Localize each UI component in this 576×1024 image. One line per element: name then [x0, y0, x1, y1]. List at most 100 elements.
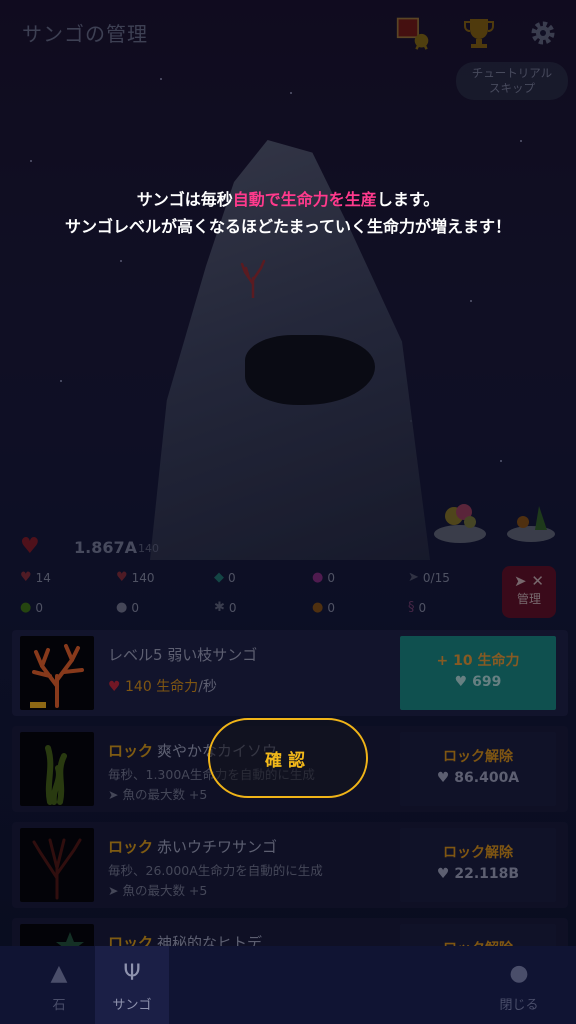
unlock-label: ロック解除 [443, 749, 513, 765]
stat-auto-heart: ♥ 140 [116, 570, 155, 585]
life-rate: 140 [138, 542, 159, 555]
gear-icon[interactable] [526, 16, 560, 50]
stat-value: 0 [35, 600, 43, 615]
coral-fish-bonus: ➤ 魚の最大数 +5 [108, 784, 207, 803]
coral-production: ♥ 140 生命力/秒 [108, 676, 217, 696]
coral-name: 神秘的なヒトデ [157, 934, 263, 946]
lock-label: ロック [108, 742, 154, 760]
confirm-button[interactable]: 確認 [208, 718, 368, 798]
tutorial-text: サンゴは毎秒 [136, 190, 233, 209]
stat-crab: ● 0 [312, 600, 335, 615]
lock-label: ロック [108, 934, 154, 946]
tutorial-skip-button[interactable]: チュートリアル スキップ [456, 62, 568, 100]
anemone-icon: ✱ [214, 600, 225, 615]
shell-icon: ● [116, 600, 128, 615]
level-bar [30, 702, 46, 708]
stat-seahorse: § 0 [408, 600, 426, 615]
stats-panel: ♥ 1.867A 140 [0, 528, 576, 628]
unlock-cost: ♥ 86.400A [400, 770, 556, 786]
nav-rock[interactable]: ▲ 石 [22, 946, 96, 1024]
tutorial-skip-label-2: スキップ [489, 81, 535, 95]
stat-value: 0 [228, 570, 236, 585]
coral-icon: Ψ [123, 961, 141, 986]
stat-shell: ● 0 [116, 600, 139, 615]
tutorial-text: します。 [376, 190, 440, 209]
coral-desc: 毎秒、26.000A生命力を自動的に生成 [108, 863, 323, 878]
branch-coral-thumb [20, 636, 94, 710]
seaweed-icon: ● [20, 600, 32, 615]
fish-count-icon: ➤ [408, 570, 419, 585]
unlock-button[interactable]: ロック解除 [400, 924, 556, 946]
tutorial-line-1: サンゴは毎秒自動で生命力を生産します。 [0, 186, 576, 213]
unlock-button[interactable]: ロック解除 ♥ 86.400A [400, 732, 556, 806]
stat-seaweed: ● 0 [20, 600, 43, 615]
manage-label: 管理 [516, 592, 541, 606]
stat-value: 0 [327, 570, 335, 585]
stat-anemone: ✱ 0 [214, 600, 237, 615]
stat-fish-count: ➤ 0/15 [408, 570, 450, 585]
tap-heart-icon: ♥ [20, 570, 32, 585]
trophy-icon[interactable] [462, 16, 496, 50]
unlock-button[interactable]: ロック解除 ♥ 22.118B [400, 828, 556, 902]
nav-coral[interactable]: Ψ サンゴ [95, 946, 169, 1024]
nav-close-label: 閉じる [499, 998, 539, 1013]
unlock-label: ロック解除 [400, 938, 556, 946]
heart-icon: ♥ [20, 534, 40, 559]
gem-icon: ◆ [214, 570, 224, 585]
seaweed-thumb [20, 732, 94, 806]
close-drop-icon: ● [509, 961, 529, 986]
heart-icon: ♥ [436, 770, 455, 786]
nav-rock-label: 石 [52, 998, 66, 1013]
auto-heart-icon: ♥ [116, 570, 128, 585]
lock-label: ロック [108, 838, 154, 856]
fish-manage-icon: ➤ ✕ [514, 572, 544, 590]
coral-row-fan: ロック 赤いウチワサンゴ 毎秒、26.000A生命力を自動的に生成 ➤ 魚の最大数… [12, 822, 568, 908]
starfish-thumb [20, 924, 94, 946]
production-unit: /秒 [198, 679, 217, 695]
stat-value: 14 [35, 570, 51, 585]
cost-value: 22.118B [454, 866, 520, 882]
coral-title: ロック 神秘的なヒトデ [108, 932, 262, 946]
small-coral-icon [240, 259, 266, 298]
stat-value: 140 [131, 570, 155, 585]
coral-title: ロック 赤いウチワサンゴ [108, 836, 277, 857]
top-bar: サンゴの管理 チュートリアル スキップ [0, 0, 576, 100]
tutorial-highlight: 生命力を生産 [280, 190, 377, 209]
crab-icon: ● [312, 600, 324, 615]
production-heart-icon: ♥ [108, 679, 121, 695]
fish-bonus-text: 魚の最大数 +5 [122, 787, 208, 802]
tutorial-message: サンゴは毎秒自動で生命力を生産します。 サンゴレベルが高くなるほどたまっていく生… [0, 186, 576, 240]
coral-row-starfish: ロック神秘的なヒトデ ロック解除 [12, 918, 568, 946]
coral-fish-bonus: ➤ 魚の最大数 +5 [108, 880, 207, 899]
album-icon[interactable] [396, 16, 430, 50]
nav-coral-label: サンゴ [112, 998, 152, 1013]
level-up-button[interactable]: + 10 生命力 ♥ 699 [400, 636, 556, 710]
fish-bonus-text: 魚の最大数 +5 [122, 883, 208, 898]
page-title: サンゴの管理 [22, 22, 148, 46]
coral-name: 赤いウチワサンゴ [157, 838, 278, 856]
stat-value: 0/15 [422, 570, 450, 585]
level-up-cost: ♥ 699 [400, 674, 556, 690]
coral-row-branch: レベル5 弱い枝サンゴ ♥ 140 生命力/秒 + 10 生命力 ♥ 699 [12, 630, 568, 716]
fish-icon: ➤ [108, 883, 123, 898]
pearl-icon: ● [312, 570, 324, 585]
cost-value: 86.400A [454, 770, 520, 786]
stat-tap-heart: ♥ 14 [20, 570, 51, 585]
production-value: 140 生命力 [125, 679, 199, 695]
stat-value: 0 [418, 600, 427, 615]
tutorial-skip-label-1: チュートリアル [471, 66, 553, 80]
heart-icon: ♥ [454, 674, 473, 690]
game-scene: サンゴの管理 チュートリアル スキップ ♥ 1.867A 140 ♥ 14 ♥ … [0, 0, 576, 1024]
stat-pearl: ● 0 [312, 570, 335, 585]
tutorial-line-2: サンゴレベルが高くなるほどたまっていく生命力が増えます！ [64, 217, 512, 236]
unlock-cost: ♥ 22.118B [400, 866, 556, 882]
manage-button[interactable]: ➤ ✕ 管理 [502, 566, 556, 618]
level-up-gain: + 10 生命力 [436, 653, 520, 669]
stat-gem: ◆ 0 [214, 570, 236, 585]
nav-close[interactable]: ● 閉じる [482, 946, 556, 1024]
stat-value: 0 [228, 600, 237, 615]
coral-title: レベル5 弱い枝サンゴ [108, 646, 258, 664]
heart-icon: ♥ [436, 866, 455, 882]
fish-icon: ➤ [108, 787, 123, 802]
fan-coral-thumb [20, 828, 94, 902]
